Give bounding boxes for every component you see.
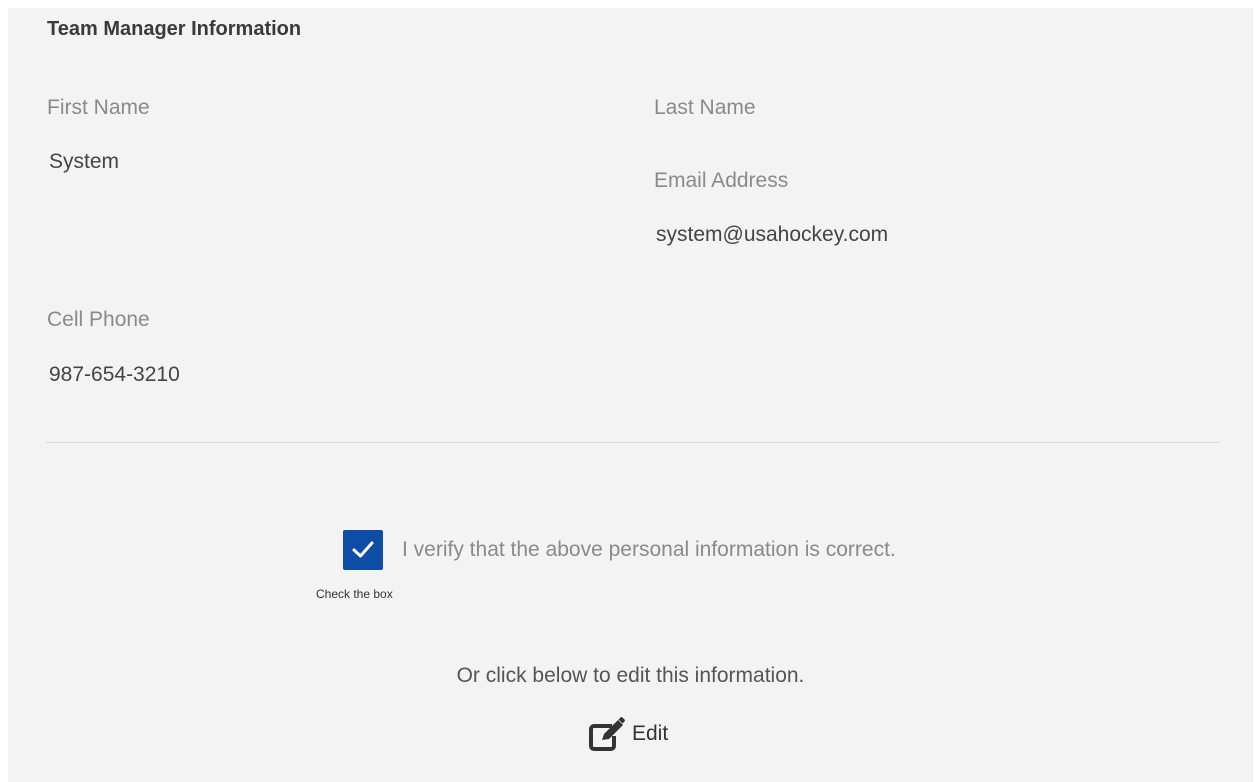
verify-checkbox[interactable]: [343, 530, 383, 570]
edit-prompt: Or click below to edit this information.: [456, 664, 805, 687]
section-title: Team Manager Information: [47, 18, 302, 40]
edit-button[interactable]: Edit: [588, 716, 668, 752]
email-value: system@usahockey.com: [656, 223, 889, 246]
first-name-label: First Name: [47, 96, 150, 119]
check-icon: [352, 541, 374, 558]
edit-label: Edit: [632, 722, 669, 745]
edit-icon: [589, 717, 625, 751]
section-divider: [46, 442, 1220, 443]
check-box-hint: Check the box: [316, 587, 393, 601]
team-manager-panel: Team Manager Information First Name Syst…: [8, 8, 1253, 782]
cell-phone-value: 987-654-3210: [49, 363, 180, 386]
cell-phone-label: Cell Phone: [47, 308, 150, 331]
first-name-value: System: [49, 150, 120, 173]
last-name-label: Last Name: [654, 96, 756, 119]
verify-text: I verify that the above personal informa…: [402, 538, 896, 561]
email-label: Email Address: [654, 169, 789, 192]
